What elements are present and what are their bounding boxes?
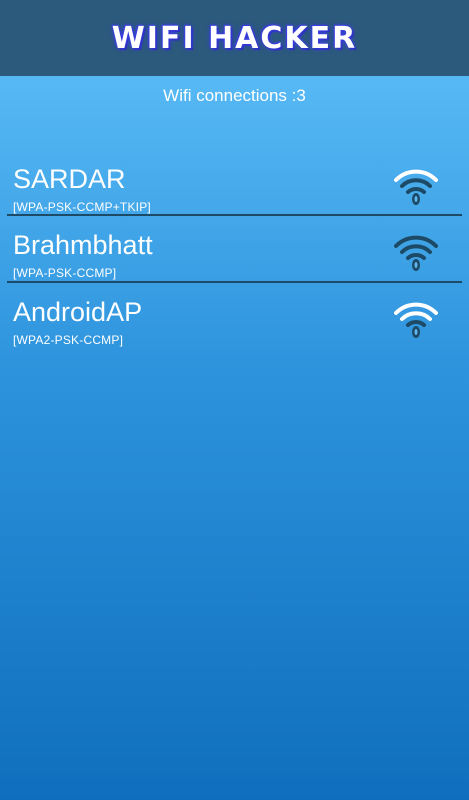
network-ssid: SARDAR [13,164,126,194]
network-security: [WPA2-PSK-CCMP] [13,333,124,347]
wifi-signal-icon [394,302,438,338]
network-item[interactable]: Brahmbhatt [WPA-PSK-CCMP] [0,216,469,283]
network-ssid: Brahmbhatt [13,230,153,260]
network-ssid: AndroidAP [13,297,143,327]
network-security: [WPA-PSK-CCMP+TKIP] [13,200,151,214]
network-item[interactable]: SARDAR [WPA-PSK-CCMP+TKIP] [0,150,469,217]
app-header: WIFI HACKER [0,0,469,76]
connections-count: Wifi connections :3 [163,86,306,105]
network-item[interactable]: AndroidAP [WPA2-PSK-CCMP] [0,283,469,350]
wifi-signal-icon [394,235,438,271]
network-security: [WPA-PSK-CCMP] [13,266,117,280]
app-title: WIFI HACKER [111,20,358,56]
wifi-signal-icon [394,169,438,205]
